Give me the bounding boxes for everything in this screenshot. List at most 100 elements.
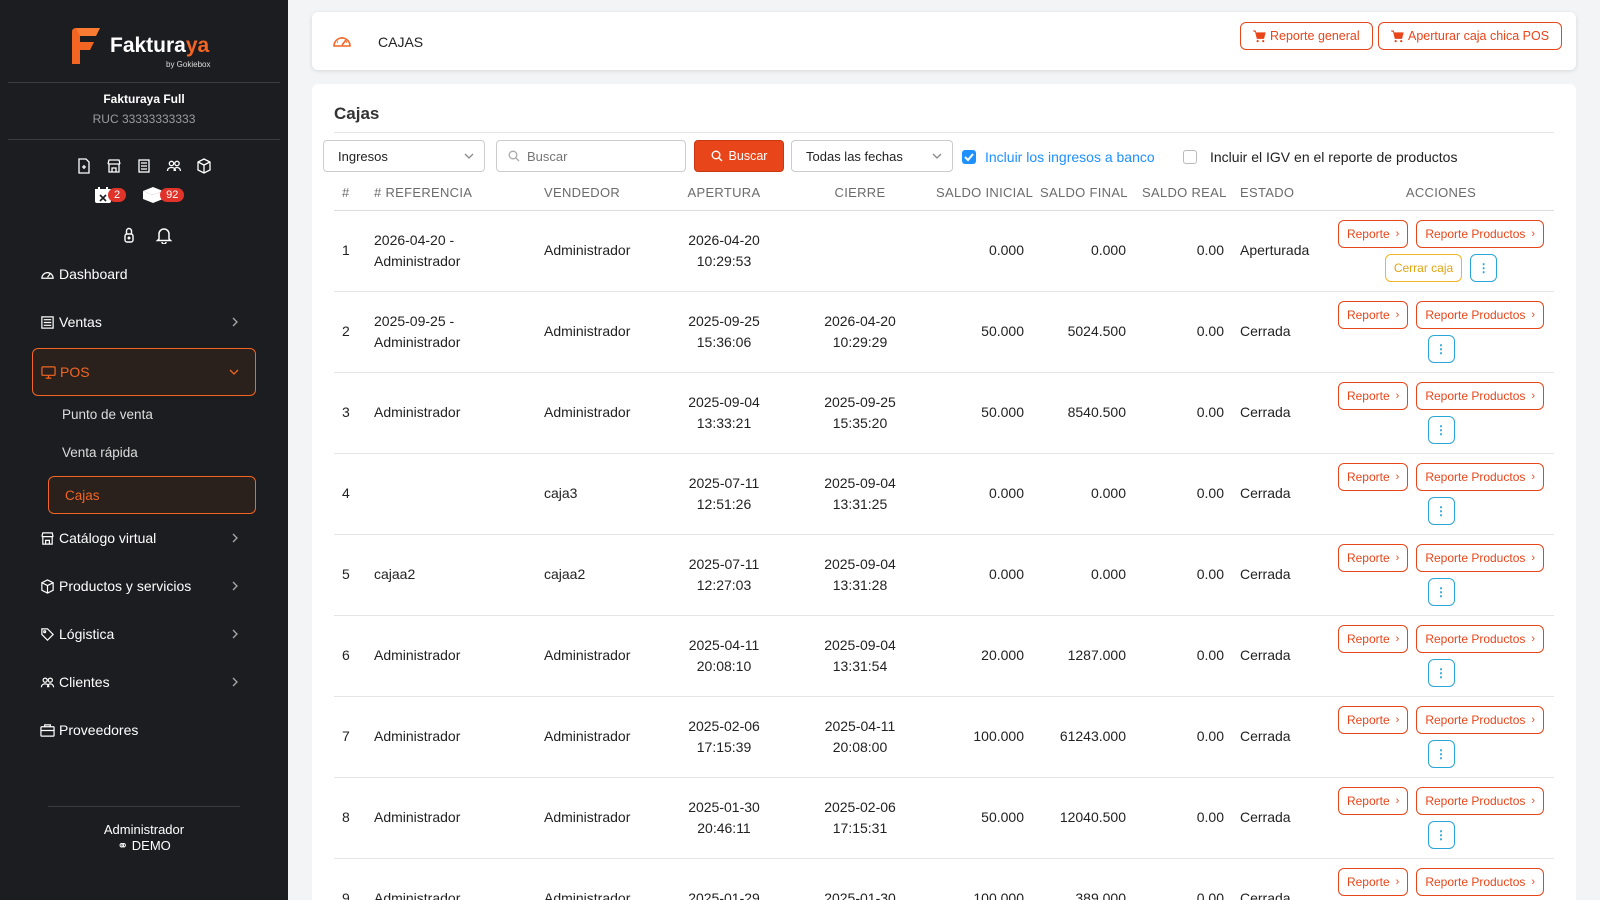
cell-index: 6	[334, 615, 366, 697]
reporte-productos-button[interactable]: Reporte Productos ›	[1416, 786, 1545, 815]
reporte-button[interactable]: Reporte ›	[1337, 462, 1409, 491]
reporte-button[interactable]: Reporte ›	[1337, 705, 1409, 734]
include-igv-label[interactable]: Incluir el IGV en el reporte de producto…	[1210, 149, 1457, 165]
cierre-time: 13:31:28	[832, 576, 888, 593]
search-input[interactable]	[496, 140, 686, 172]
reporte-button[interactable]: Reporte ›	[1337, 786, 1409, 815]
sidebar-item-logistica[interactable]: Lógistica	[32, 614, 256, 654]
calendar-badge[interactable]: 2	[94, 186, 127, 204]
reporte-productos-button[interactable]: Reporte Productos ›	[1416, 624, 1545, 653]
reporte-productos-button[interactable]: Reporte Productos ›	[1416, 705, 1545, 734]
sidebar-item-clientes[interactable]: Clientes	[32, 662, 256, 702]
cell-apertura: 2025-02-06 17:15:39	[656, 696, 792, 778]
reporte-button[interactable]: Reporte ›	[1337, 300, 1409, 329]
cell-vendedor: Administrador	[536, 777, 656, 859]
table-row: 8 Administrador Administrador 2025-01-30 20:…	[334, 777, 1554, 859]
type-select[interactable]: Ingresos	[323, 140, 485, 172]
sidebar-item-productos[interactable]: Productos y servicios	[32, 566, 256, 606]
date-select[interactable]: Todas las fechas	[791, 140, 953, 172]
col-header: CIERRE	[792, 176, 928, 211]
users-icon[interactable]	[166, 158, 182, 174]
sidebar-subitem-cajas[interactable]: Cajas	[48, 476, 256, 514]
apertura-date: 2025-09-25	[688, 312, 760, 329]
bell-icon[interactable]	[155, 226, 173, 244]
receipt-icon[interactable]	[136, 158, 152, 174]
cell-apertura: 2025-07-11 12:51:26	[656, 453, 792, 535]
reporte-button[interactable]: Reporte ›	[1337, 543, 1409, 572]
store-icon	[41, 531, 54, 545]
more-options-button[interactable]: ⋮	[1470, 253, 1498, 282]
user-env-label: DEMO	[131, 838, 171, 853]
more-options-button[interactable]: ⋮	[1427, 820, 1455, 849]
cell-referencia: Administrador	[366, 372, 536, 454]
cell-acciones: Reporte › Reporte Productos › ⋮	[1328, 615, 1554, 697]
sidebar-item-catalogo[interactable]: Catálogo virtual	[32, 518, 256, 558]
box-icon[interactable]	[196, 158, 212, 174]
box-badge[interactable]: 92	[142, 186, 185, 204]
more-options-button[interactable]: ⋮	[1427, 334, 1455, 363]
fakturaya-logo[interactable]: Fakturaya by Gokiebox	[68, 22, 228, 69]
store-icon[interactable]	[106, 158, 122, 174]
include-banco-checkbox[interactable]	[962, 150, 976, 164]
reporte-button[interactable]: Reporte ›	[1337, 219, 1409, 248]
sidebar-item-dashboard[interactable]: Dashboard	[32, 254, 256, 294]
cell-cierre: 2025-02-06 17:15:31	[792, 777, 928, 859]
cajas-table: # # REFERENCIA VENDEDOR APERTURA CIERRE …	[334, 176, 1554, 900]
sidebar-subitem-venta-rapida[interactable]: Venta rápida	[62, 445, 138, 460]
reporte-general-button[interactable]: Reporte general	[1240, 22, 1373, 50]
glasses-icon: ⚭	[117, 838, 129, 853]
cell-saldo-inicial: 100.000	[928, 696, 1032, 778]
referencia-line1: Administrador	[374, 809, 461, 825]
chevron-right-icon: ›	[1531, 713, 1536, 726]
more-options-button[interactable]: ⋮	[1427, 658, 1455, 687]
buscar-button[interactable]: Buscar	[694, 140, 784, 172]
more-options-button[interactable]: ⋮	[1427, 577, 1455, 606]
reporte-button[interactable]: Reporte ›	[1337, 624, 1409, 653]
cell-index: 2	[334, 291, 366, 373]
include-banco-label[interactable]: Incluir los ingresos a banco	[985, 149, 1155, 165]
more-options-button[interactable]: ⋮	[1427, 415, 1455, 444]
actions-row: ⋮	[1336, 415, 1546, 444]
reporte-productos-button[interactable]: Reporte Productos ›	[1416, 462, 1545, 491]
referencia-line2: Administrador	[374, 252, 461, 269]
sidebar-subitem-punto-venta[interactable]: Punto de venta	[62, 407, 153, 422]
reporte-productos-button[interactable]: Reporte Productos ›	[1416, 867, 1545, 896]
reporte-button[interactable]: Reporte ›	[1337, 381, 1409, 410]
sidebar-item-proveedores[interactable]: Proveedores	[32, 710, 256, 750]
apertura-time: 20:46:11	[697, 819, 751, 836]
actions-row: ⋮	[1336, 496, 1546, 525]
reporte-productos-label: Reporte Productos	[1425, 307, 1526, 322]
cierre-date: 2025-09-04	[824, 474, 896, 491]
cell-index: 1	[334, 210, 366, 292]
cell-acciones: Reporte › Reporte Productos › Cerrar caja ⋮	[1328, 210, 1554, 292]
cerrar-caja-button[interactable]: Cerrar caja	[1384, 253, 1463, 282]
reporte-productos-button[interactable]: Reporte Productos ›	[1416, 300, 1545, 329]
user-info[interactable]: Administrador ⚭ DEMO	[0, 822, 288, 854]
actions-row: ⋮	[1336, 739, 1546, 768]
more-options-button[interactable]: ⋮	[1427, 496, 1455, 525]
apertura-time: 15:36:06	[696, 333, 752, 350]
kebab-icon: ⋮	[1435, 341, 1447, 356]
cell-vendedor: caja3	[536, 453, 656, 535]
reporte-productos-button[interactable]: Reporte Productos ›	[1416, 219, 1545, 248]
reporte-productos-button[interactable]: Reporte Productos ›	[1416, 543, 1545, 572]
date-select-value: Todas las fechas	[806, 148, 903, 164]
cell-saldo-inicial: 20.000	[928, 615, 1032, 697]
notification-badges: 2 92	[94, 186, 185, 204]
chevron-right-icon	[232, 581, 238, 591]
cierre-time: 13:31:54	[832, 657, 888, 674]
table-row: 9 Administrador Administrador 2025-01-29 202…	[334, 858, 1554, 900]
aperturar-caja-button[interactable]: Aperturar caja chica POS	[1378, 22, 1563, 50]
more-options-button[interactable]: ⋮	[1427, 739, 1455, 768]
include-igv-checkbox[interactable]	[1183, 150, 1197, 164]
speedometer-icon	[41, 271, 54, 279]
reporte-button[interactable]: Reporte ›	[1337, 867, 1409, 896]
reporte-productos-button[interactable]: Reporte Productos ›	[1416, 381, 1545, 410]
sidebar-item-pos[interactable]: POS	[32, 348, 256, 396]
new-document-icon[interactable]	[76, 158, 92, 174]
actions-row: Reporte › Reporte Productos ›	[1336, 867, 1546, 896]
cell-acciones: Reporte › Reporte Productos › ⋮	[1328, 453, 1554, 535]
referencia-line1: 2025-09-25 -	[374, 312, 455, 329]
sidebar-item-ventas[interactable]: Ventas	[32, 302, 256, 342]
lock-icon[interactable]	[121, 226, 137, 244]
